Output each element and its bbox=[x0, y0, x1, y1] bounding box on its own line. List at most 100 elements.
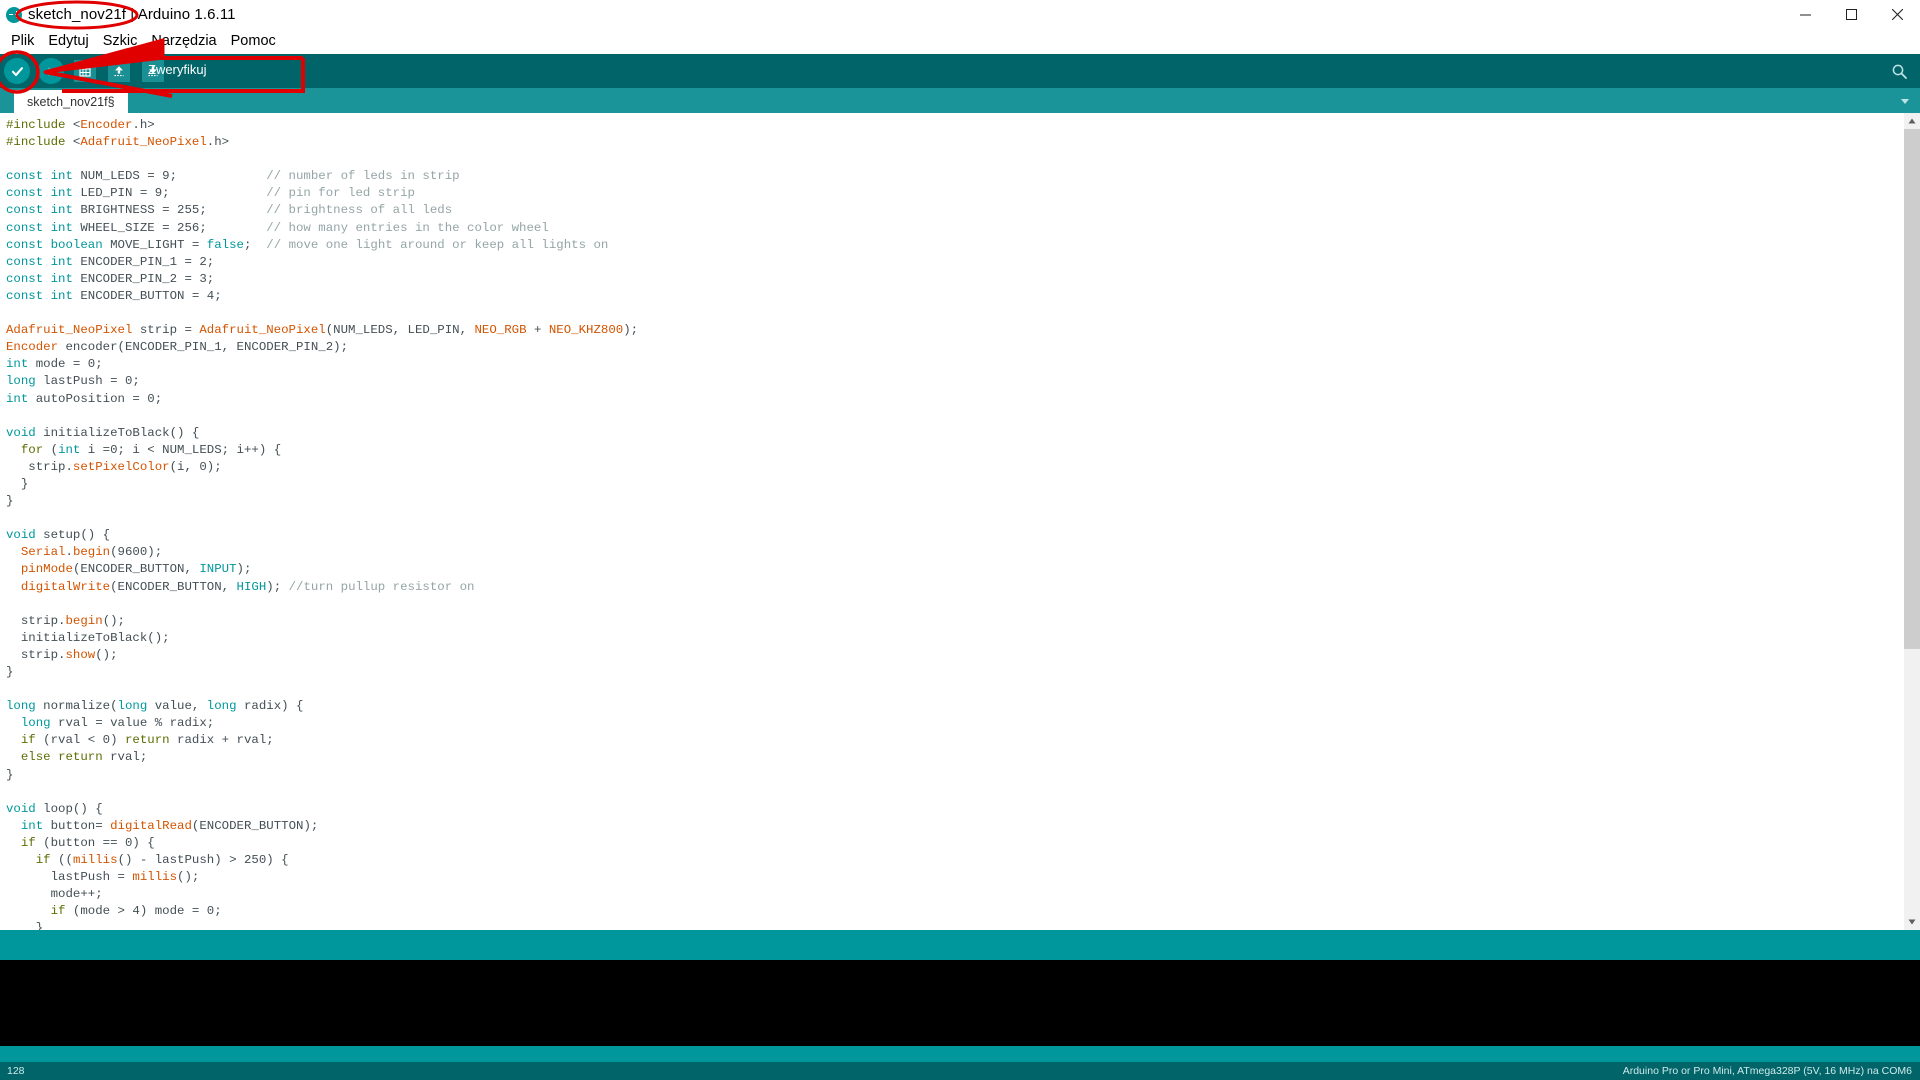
arrow-right-icon bbox=[38, 58, 64, 84]
code-token: #include bbox=[6, 118, 73, 132]
code-token: (); bbox=[95, 647, 118, 662]
code-token: rval = value % radix; bbox=[50, 716, 215, 731]
code-line: Encoder encoder(ENCODER_PIN_1, ENCODER_P… bbox=[6, 339, 1920, 356]
code-line: const boolean MOVE_LIGHT = false; // mov… bbox=[6, 237, 1920, 254]
code-token: long bbox=[206, 699, 237, 714]
code-editor[interactable]: #include <Encoder.h> #include <Adafruit_N… bbox=[0, 113, 1920, 930]
code-token: Serial bbox=[20, 545, 66, 560]
code-token: WHEEL_SIZE = 256; bbox=[72, 220, 267, 235]
editor-vertical-scrollbar[interactable] bbox=[1904, 113, 1920, 930]
code-token: .h> bbox=[132, 118, 155, 132]
code-token: encoder(ENCODER_PIN_1, ENCODER_PIN_2); bbox=[58, 340, 349, 355]
code-token: (button == 0) { bbox=[35, 835, 155, 850]
maximize-button[interactable] bbox=[1828, 0, 1874, 29]
code-token: ( bbox=[43, 442, 59, 457]
code-line: void loop() { bbox=[6, 801, 1920, 818]
code-token: return bbox=[58, 750, 103, 765]
code-token: HIGH bbox=[236, 579, 267, 594]
minimize-button[interactable] bbox=[1782, 0, 1828, 29]
menu-item-szkic[interactable]: Szkic bbox=[96, 32, 145, 50]
code-line: const int LED_PIN = 9; // pin for led st… bbox=[6, 185, 1920, 202]
code-token: return bbox=[124, 733, 170, 748]
serial-monitor-button[interactable] bbox=[1882, 54, 1916, 88]
code-token: if bbox=[50, 904, 66, 919]
open-sketch-button[interactable] bbox=[102, 54, 136, 88]
magnifier-icon bbox=[1892, 64, 1907, 79]
code-token: digitalRead bbox=[110, 818, 192, 833]
code-token: pinMode bbox=[20, 562, 73, 577]
status-bar: 128 Arduino Pro or Pro Mini, ATmega328P … bbox=[0, 1062, 1920, 1080]
tab-sketch-nov21f[interactable]: sketch_nov21f§ bbox=[14, 90, 128, 113]
code-token: value, bbox=[147, 699, 207, 714]
menu-item-pomoc[interactable]: Pomoc bbox=[224, 32, 283, 50]
tab-strip: sketch_nov21f§ bbox=[0, 88, 1920, 113]
code-token: long bbox=[6, 699, 36, 714]
code-token: const int bbox=[6, 288, 73, 303]
vertical-scroll-thumb[interactable] bbox=[1904, 129, 1920, 649]
code-token: (); bbox=[177, 870, 200, 885]
code-token: ENCODER_BUTTON = 4; bbox=[72, 288, 222, 303]
code-token: ENCODER_PIN_1 = 2; bbox=[72, 254, 215, 269]
code-token: if bbox=[35, 853, 51, 868]
code-token: begin bbox=[65, 613, 103, 628]
code-token: ; bbox=[243, 237, 267, 252]
code-line: #include <Adafruit_NeoPixel.h> bbox=[6, 134, 1920, 151]
code-token: NEO_RGB bbox=[474, 323, 527, 338]
code-token: strip. bbox=[6, 647, 66, 662]
code-token: // brightness of all leds bbox=[266, 203, 453, 218]
code-token: NEO_KHZ800 bbox=[548, 323, 624, 338]
close-button[interactable] bbox=[1874, 0, 1920, 29]
code-line: if (mode > 4) mode = 0; bbox=[6, 903, 1920, 920]
arrow-up-icon bbox=[108, 60, 130, 82]
menu-item-plik[interactable]: Plik bbox=[4, 32, 41, 50]
code-token: // pin for led strip bbox=[266, 186, 415, 201]
code-token: . bbox=[65, 545, 73, 560]
new-sketch-button[interactable] bbox=[68, 54, 102, 88]
code-token: // number of leds in strip bbox=[266, 169, 460, 184]
code-token: } bbox=[6, 476, 29, 491]
code-token: mode++; bbox=[6, 887, 103, 902]
code-token: strip. bbox=[6, 459, 73, 474]
scroll-up-arrow[interactable] bbox=[1904, 113, 1920, 129]
code-token: button= bbox=[43, 818, 111, 833]
code-line: strip.setPixelColor(i, 0); bbox=[6, 459, 1920, 476]
code-token: NUM_LEDS = 9; bbox=[72, 169, 267, 184]
code-line: if (rval < 0) return radix + rval; bbox=[6, 732, 1920, 749]
title-bar: sketch_nov21f | Arduino 1.6.11 bbox=[0, 0, 1920, 29]
code-line: long lastPush = 0; bbox=[6, 373, 1920, 390]
code-token: radix + rval; bbox=[169, 733, 274, 748]
code-line: if ((millis() - lastPush) > 250) { bbox=[6, 852, 1920, 869]
code-content[interactable]: #include <Encoder.h> #include <Adafruit_N… bbox=[0, 113, 1920, 930]
code-token: radix) { bbox=[236, 699, 304, 714]
code-line: digitalWrite(ENCODER_BUTTON, HIGH); //tu… bbox=[6, 579, 1920, 596]
arduino-logo-icon bbox=[6, 6, 22, 23]
tab-menu-button[interactable] bbox=[1896, 92, 1914, 110]
code-line: void initializeToBlack() { bbox=[6, 425, 1920, 442]
code-line: else return rval; bbox=[6, 749, 1920, 766]
code-token: ENCODER_PIN_2 = 3; bbox=[72, 271, 215, 286]
verify-button[interactable] bbox=[0, 54, 34, 88]
status-line-number: 128 bbox=[7, 1065, 25, 1077]
code-token: int bbox=[20, 818, 44, 833]
code-token: begin bbox=[72, 545, 111, 560]
code-token: const int bbox=[6, 203, 73, 218]
scroll-down-arrow[interactable] bbox=[1904, 914, 1920, 930]
code-line: } bbox=[6, 476, 1920, 493]
new-document-icon bbox=[74, 60, 96, 82]
code-token: (NUM_LEDS, LED_PIN, bbox=[325, 323, 475, 338]
code-line: mode++; bbox=[6, 886, 1920, 903]
menu-item-edytuj[interactable]: Edytuj bbox=[41, 32, 95, 50]
status-board-info: Arduino Pro or Pro Mini, ATmega328P (5V,… bbox=[1622, 1065, 1912, 1077]
menu-item-narzedzia[interactable]: Narzędzia bbox=[144, 32, 223, 50]
code-line: } bbox=[6, 664, 1920, 681]
code-token: .h> bbox=[206, 135, 230, 150]
code-token: (i, 0); bbox=[169, 459, 222, 474]
code-token: autoPosition = 0; bbox=[28, 391, 163, 406]
code-line: long normalize(long value, long radix) { bbox=[6, 698, 1920, 715]
upload-button[interactable] bbox=[34, 54, 68, 88]
